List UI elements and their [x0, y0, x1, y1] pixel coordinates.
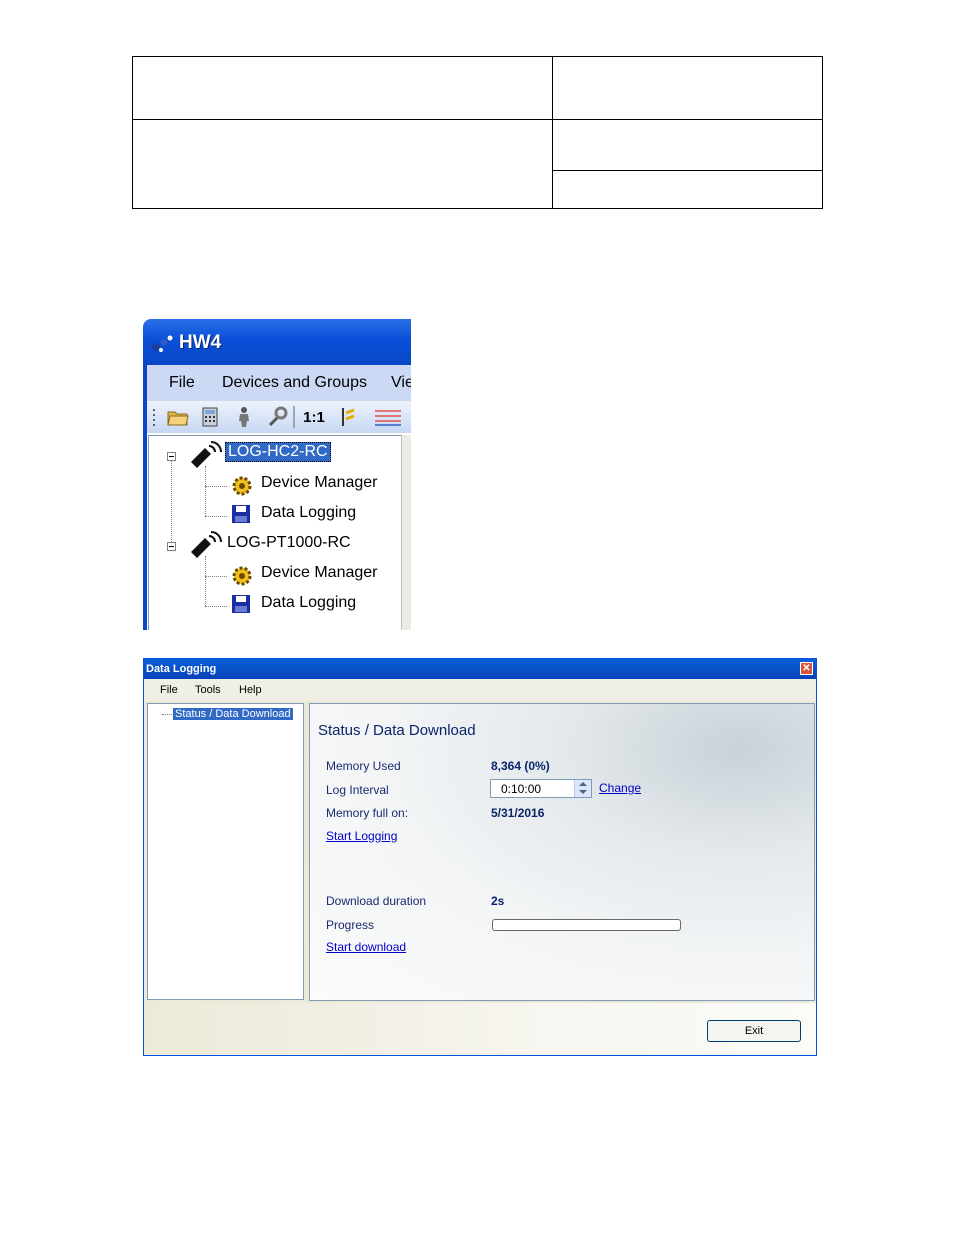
start-logging-link[interactable]: Start Logging: [326, 829, 397, 843]
tree-item-device-manager[interactable]: Device Manager: [261, 474, 378, 492]
tree-connector: [162, 714, 172, 715]
download-duration-label: Download duration: [326, 894, 427, 908]
collapse-toggle[interactable]: [167, 542, 176, 551]
wrench-icon[interactable]: [265, 406, 289, 428]
toolbar-grip-icon: [151, 406, 157, 428]
menu-file[interactable]: File: [169, 374, 195, 392]
tree-connector: [205, 486, 227, 487]
dialog-footer: Exit: [144, 1003, 816, 1055]
menu-help[interactable]: Help: [239, 684, 262, 696]
remote-logger-icon: [191, 531, 222, 558]
tree-item-status-data-download[interactable]: Status / Data Download: [173, 708, 293, 720]
tree-connector: [205, 556, 206, 606]
memory-used-label: Memory Used: [326, 759, 401, 773]
page-title: Status / Data Download: [318, 722, 476, 739]
menu-devices-and-groups[interactable]: Devices and Groups: [222, 374, 367, 392]
hw4-title: HW4: [179, 332, 222, 353]
status-panel: Status / Data Download Memory Used 8,364…: [309, 703, 815, 1001]
tree-connector: [205, 466, 206, 516]
floppy-disk-icon: [232, 595, 250, 613]
hw4-toolbar: 1:1: [147, 401, 411, 433]
dialog-title-bar[interactable]: Data Logging ✕: [144, 659, 816, 679]
tree-connector: [205, 576, 227, 577]
tree-device-log-pt1000-rc[interactable]: LOG-PT1000-RC: [227, 534, 351, 552]
tree-connector: [205, 606, 227, 607]
spin-up-icon[interactable]: [579, 782, 587, 786]
remote-logger-icon: [191, 441, 222, 468]
start-download-link[interactable]: Start download: [326, 940, 406, 954]
exit-button[interactable]: Exit: [707, 1020, 801, 1042]
tree-item-data-logging[interactable]: Data Logging: [261, 504, 356, 522]
dialog-menu-bar: File Tools Help: [144, 679, 816, 701]
gear-icon: [232, 476, 252, 496]
open-folder-icon[interactable]: [165, 406, 191, 428]
gear-icon: [232, 566, 252, 586]
download-duration-value: 2s: [491, 894, 505, 908]
device-tree: LOG-HC2-RC Device Manager Data Logging L…: [148, 435, 402, 630]
change-link[interactable]: Change: [599, 781, 641, 795]
hw4-title-bar[interactable]: HW4: [143, 319, 411, 365]
collapse-toggle[interactable]: [167, 452, 176, 461]
spin-down-icon[interactable]: [579, 790, 587, 794]
menu-tools[interactable]: Tools: [195, 684, 221, 696]
floppy-disk-icon: [232, 505, 250, 523]
toolbar-separator: [293, 406, 295, 428]
download-progress-bar: [492, 919, 681, 931]
tree-item-device-manager[interactable]: Device Manager: [261, 564, 378, 582]
tree-scrollbar[interactable]: [401, 435, 411, 630]
tree-connector: [171, 456, 172, 546]
progress-label: Progress: [326, 918, 375, 932]
dialog-title: Data Logging: [146, 663, 217, 675]
ratio-button[interactable]: 1:1: [299, 406, 329, 428]
memory-full-value: 5/31/2016: [491, 806, 545, 820]
data-logging-dialog: Data Logging ✕ File Tools Help Status / …: [143, 658, 817, 1056]
dialog-tree-pane: Status / Data Download: [147, 703, 304, 1000]
table-divider-horizontal: [133, 119, 822, 120]
memory-full-label: Memory full on:: [326, 806, 409, 820]
table-divider-horizontal-right: [553, 170, 822, 171]
menu-file[interactable]: File: [160, 684, 178, 696]
menu-view[interactable]: Vie: [391, 374, 411, 392]
tree-item-data-logging[interactable]: Data Logging: [261, 594, 356, 612]
log-interval-label: Log Interval: [326, 783, 389, 797]
hw4-logo-icon: [152, 335, 173, 352]
tree-device-log-hc2-rc[interactable]: LOG-HC2-RC: [225, 442, 331, 462]
memory-used-value: 8,364 (0%): [491, 759, 550, 773]
document-header-table: [132, 56, 823, 209]
tree-connector: [205, 516, 227, 517]
spin-arrows-icon[interactable]: [574, 780, 591, 797]
log-interval-value: 0:10:00: [501, 782, 542, 796]
hw4-menu-bar: File Devices and Groups Vie: [147, 365, 411, 402]
list-icon[interactable]: [337, 406, 361, 428]
close-icon[interactable]: ✕: [800, 662, 813, 675]
table-divider-vertical: [552, 57, 553, 208]
hw4-window: HW4 File Devices and Groups Vie 1:1 LOG-…: [143, 319, 411, 630]
calculator-icon[interactable]: [199, 406, 221, 428]
user-icon[interactable]: [233, 406, 255, 428]
chart-lines-icon[interactable]: [373, 406, 403, 428]
log-interval-stepper[interactable]: 0:10:00: [490, 779, 592, 798]
